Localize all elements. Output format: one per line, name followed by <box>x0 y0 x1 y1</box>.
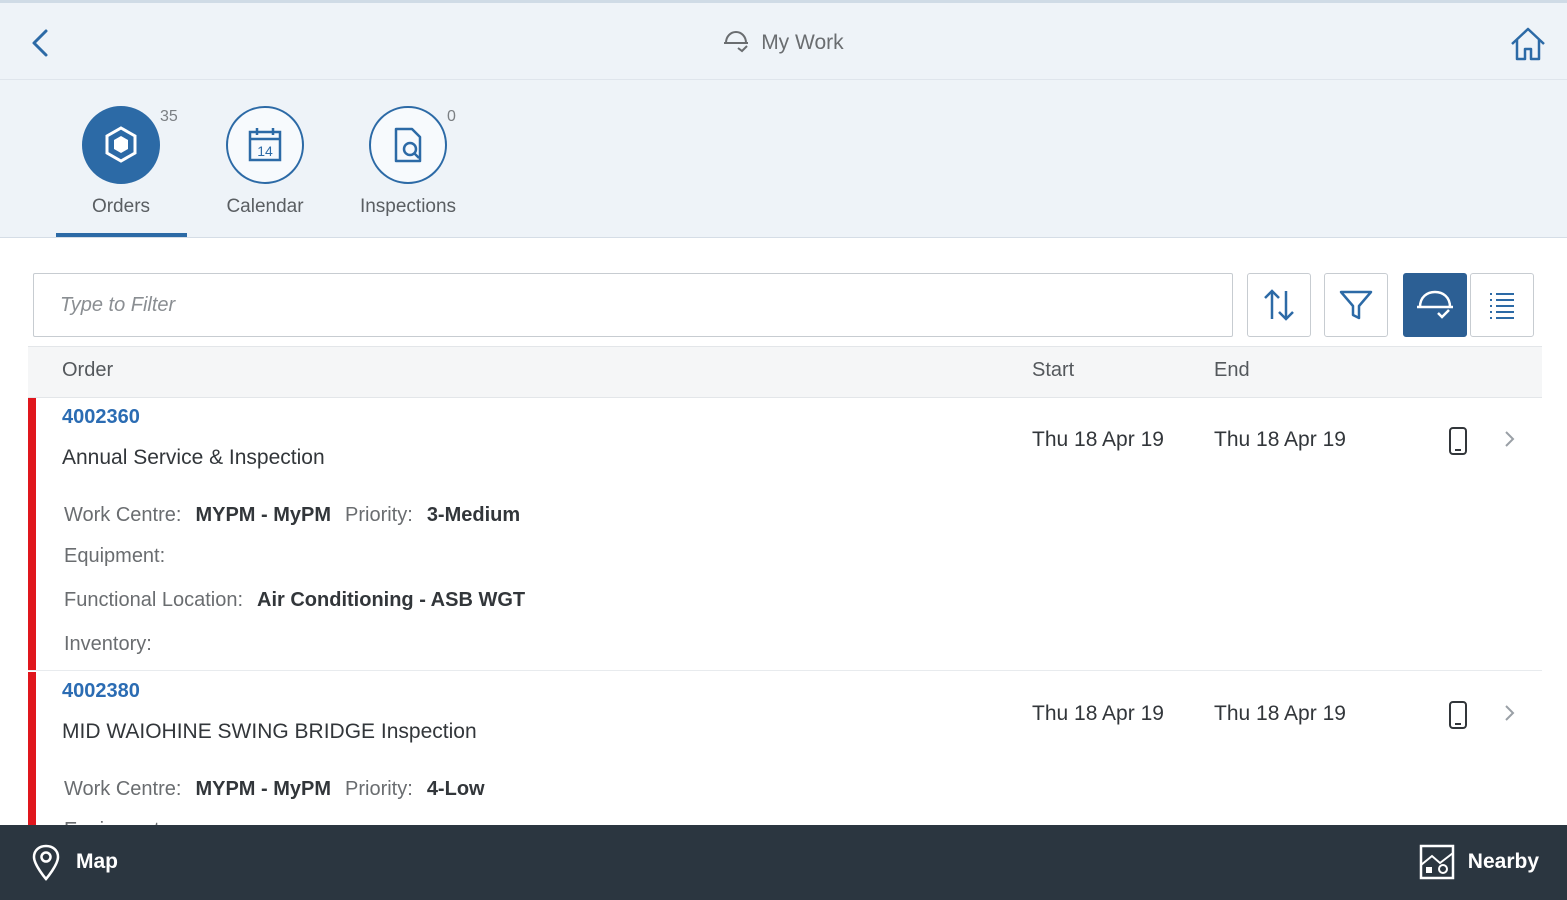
work-centre-priority-line: Work Centre: MYPM - MyPM Priority: 3-Medium <box>64 504 534 527</box>
sort-icon <box>1264 289 1294 321</box>
nearby-label: Nearby <box>1467 850 1539 873</box>
work-centre-label: Work Centre: <box>64 778 182 800</box>
work-centre-label: Work Centre: <box>64 504 182 526</box>
map-label: Map <box>76 850 118 873</box>
work-centre-value: MYPM - MyPM <box>195 778 332 800</box>
hardhat-sync-icon <box>724 30 749 53</box>
priority-label: Priority: <box>345 504 413 526</box>
hardhat-icon <box>1417 290 1453 319</box>
mobile-device-icon <box>1449 701 1467 729</box>
nearby-map-icon <box>1419 844 1455 880</box>
order-description: MID WAIOHINE SWING BRIDGE Inspection <box>62 720 477 743</box>
tab-calendar-circle: 14 <box>226 106 304 184</box>
nearby-button[interactable]: Nearby <box>1418 843 1539 881</box>
column-header-end[interactable]: End <box>1214 359 1250 382</box>
column-header-order[interactable]: Order <box>62 359 113 382</box>
functional-location-label: Functional Location: <box>64 589 244 611</box>
page-title: My Work <box>0 29 1567 55</box>
priority-stripe <box>28 672 36 832</box>
priority-value: 4-Low <box>426 778 485 800</box>
chevron-right-icon[interactable] <box>1502 702 1518 724</box>
equipment-label: Equipment: <box>64 545 166 567</box>
calendar-day: 14 <box>257 143 273 159</box>
tab-inspections[interactable]: Inspections 0 <box>343 106 473 218</box>
tab-inspections-count: 0 <box>447 108 456 125</box>
icon-tab-bar: Orders 35 14 Calendar Inspections 0 <box>0 80 1567 238</box>
order-description: Annual Service & Inspection <box>62 446 325 469</box>
tab-calendar[interactable]: 14 Calendar <box>200 106 330 218</box>
filter-icon <box>1339 290 1373 320</box>
order-number-link[interactable]: 4002380 <box>62 680 140 703</box>
table-row[interactable]: 4002380 MID WAIOHINE SWING BRIDGE Inspec… <box>28 672 1542 841</box>
calendar-icon: 14 <box>248 128 282 162</box>
footer-toolbar: Map Nearby <box>0 825 1567 900</box>
tab-calendar-label: Calendar <box>226 196 304 217</box>
tab-orders-label: Orders <box>91 196 151 217</box>
functional-location-line: Functional Location: Air Conditioning - A… <box>64 589 539 612</box>
chevron-right-icon[interactable] <box>1502 428 1518 450</box>
start-date: Thu 18 Apr 19 <box>1032 702 1164 725</box>
tab-inspections-circle <box>369 106 447 184</box>
filter-button[interactable] <box>1324 273 1388 337</box>
table-row[interactable]: 4002360 Annual Service & Inspection Thu … <box>28 398 1542 671</box>
home-button[interactable] <box>1507 23 1549 65</box>
tab-orders-circle <box>82 106 160 184</box>
home-icon <box>1511 27 1545 61</box>
order-number-link[interactable]: 4002360 <box>62 406 140 429</box>
table-header: Order Start End <box>28 346 1542 398</box>
cubes-icon <box>105 126 137 163</box>
priority-label: Priority: <box>345 778 413 800</box>
document-search-icon <box>394 127 422 163</box>
group-toggle-button[interactable] <box>1403 273 1467 337</box>
end-date: Thu 18 Apr 19 <box>1214 428 1346 451</box>
equipment-line: Equipment: <box>64 545 179 568</box>
list-icon <box>1490 293 1514 319</box>
tab-orders[interactable]: Orders 35 <box>56 106 186 218</box>
functional-location-value: Air Conditioning - ASB WGT <box>257 589 526 611</box>
start-date: Thu 18 Apr 19 <box>1032 428 1164 451</box>
work-centre-value: MYPM - MyPM <box>195 504 332 526</box>
priority-value: 3-Medium <box>426 504 521 526</box>
selected-tab-indicator <box>56 233 187 237</box>
app-header: My Work <box>0 0 1567 80</box>
page-title-text: My Work <box>761 31 844 54</box>
list-view-button[interactable] <box>1470 273 1534 337</box>
filter-input[interactable] <box>33 273 1233 337</box>
inventory-line: Inventory: <box>64 633 166 656</box>
tab-inspections-label: Inspections <box>359 196 457 217</box>
app-root: My Work Orders 35 14 Calendar Inspection… <box>0 0 1567 900</box>
tab-orders-count: 35 <box>160 108 178 125</box>
column-header-start[interactable]: Start <box>1032 359 1074 382</box>
priority-stripe <box>28 398 36 670</box>
mobile-device-icon <box>1449 427 1467 455</box>
sort-button[interactable] <box>1247 273 1311 337</box>
work-centre-priority-line: Work Centre: MYPM - MyPM Priority: 4-Low <box>64 778 499 801</box>
map-button[interactable]: Map <box>30 843 118 881</box>
inventory-label: Inventory: <box>64 633 152 655</box>
map-pin-icon <box>32 844 60 881</box>
end-date: Thu 18 Apr 19 <box>1214 702 1346 725</box>
